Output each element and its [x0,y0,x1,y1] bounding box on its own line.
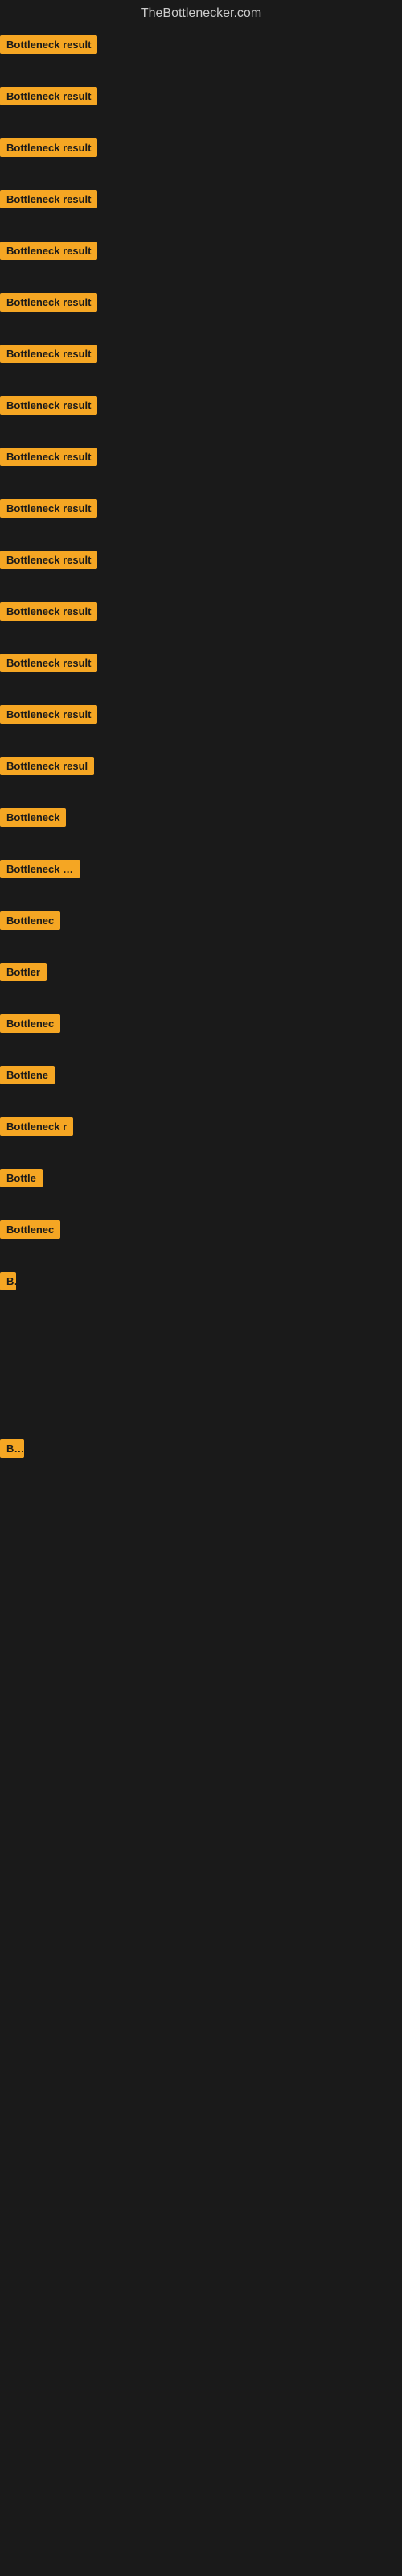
bottleneck-badge[interactable]: Bottleneck result [0,345,97,363]
list-item: Bottler [0,958,402,1009]
bottleneck-badge[interactable]: Bottleneck res [0,860,80,878]
list-item: Bottleneck r [0,1113,402,1164]
bottleneck-badge[interactable]: Bottleneck result [0,448,97,466]
bottleneck-badge[interactable]: Bottle [0,1169,43,1187]
bottleneck-badge[interactable]: Bottleneck result [0,654,97,672]
bottleneck-badge[interactable]: Bottlenec [0,911,60,930]
list-item: Bottleneck res [0,855,402,906]
bottleneck-badge[interactable]: Bottlene [0,1066,55,1084]
list-item [0,1515,402,1544]
list-item: Bottleneck result [0,391,402,443]
bottleneck-badge[interactable]: Bottleneck result [0,190,97,208]
bottleneck-badge[interactable]: B [0,1272,16,1290]
bottleneck-badge[interactable]: Bottleneck result [0,396,97,415]
list-item: Bottleneck result [0,288,402,340]
bottleneck-badge[interactable]: Bottleneck r [0,1117,73,1136]
list-item [0,1573,402,1602]
bottleneck-badge[interactable]: Bottleneck result [0,87,97,105]
bottleneck-badge[interactable]: Bottleneck result [0,551,97,569]
bottleneck-badge[interactable]: Bottleneck result [0,35,97,54]
bottleneck-badge[interactable]: Bottleneck result [0,138,97,157]
bottleneck-badge[interactable]: Bottlenec [0,1014,60,1033]
list-item [0,1377,402,1406]
list-item: Bottleneck result [0,597,402,649]
list-item: Bottleneck result [0,494,402,546]
list-item [0,1406,402,1435]
list-item: Bottleneck result [0,31,402,82]
bottleneck-badge[interactable]: Bottleneck result [0,499,97,518]
list-item: Bottleneck [0,803,402,855]
list-item: Bottleneck result [0,443,402,494]
list-item: Bottleneck result [0,546,402,597]
bottleneck-badge[interactable]: Bottleneck result [0,293,97,312]
list-item: Bottle [0,1164,402,1216]
list-item: Bottleneck result [0,82,402,134]
page-wrapper: TheBottlenecker.com Bottleneck resultBot… [0,0,402,1602]
list-item: B [0,1267,402,1319]
list-item [0,1348,402,1377]
list-item: Bottleneck result [0,134,402,185]
list-item: Bottlene [0,1061,402,1113]
list-item: Bottlenec [0,906,402,958]
site-title: TheBottlenecker.com [0,0,402,31]
list-item: Bottleneck result [0,340,402,391]
bottleneck-badge[interactable]: Bo [0,1439,24,1458]
list-item [0,1319,402,1348]
list-item: Bottleneck resul [0,752,402,803]
list-item: Bottleneck result [0,649,402,700]
list-item: Bottleneck result [0,700,402,752]
bottleneck-badge[interactable]: Bottleneck resul [0,757,94,775]
items-list: Bottleneck result Bottleneck result Bottle… [0,31,402,1602]
list-item: Bottleneck result [0,237,402,288]
bottleneck-badge[interactable]: Bottleneck result [0,242,97,260]
bottleneck-badge[interactable]: Bottleneck result [0,705,97,724]
list-item: Bottlenec [0,1216,402,1267]
bottleneck-badge[interactable]: Bottleneck result [0,602,97,621]
list-item: Bottleneck result [0,185,402,237]
bottleneck-badge[interactable]: Bottler [0,963,47,981]
list-item [0,1544,402,1573]
list-item [0,1486,402,1515]
list-item: Bottlenec [0,1009,402,1061]
list-item: Bo [0,1435,402,1486]
bottleneck-badge[interactable]: Bottlenec [0,1220,60,1239]
bottleneck-badge[interactable]: Bottleneck [0,808,66,827]
